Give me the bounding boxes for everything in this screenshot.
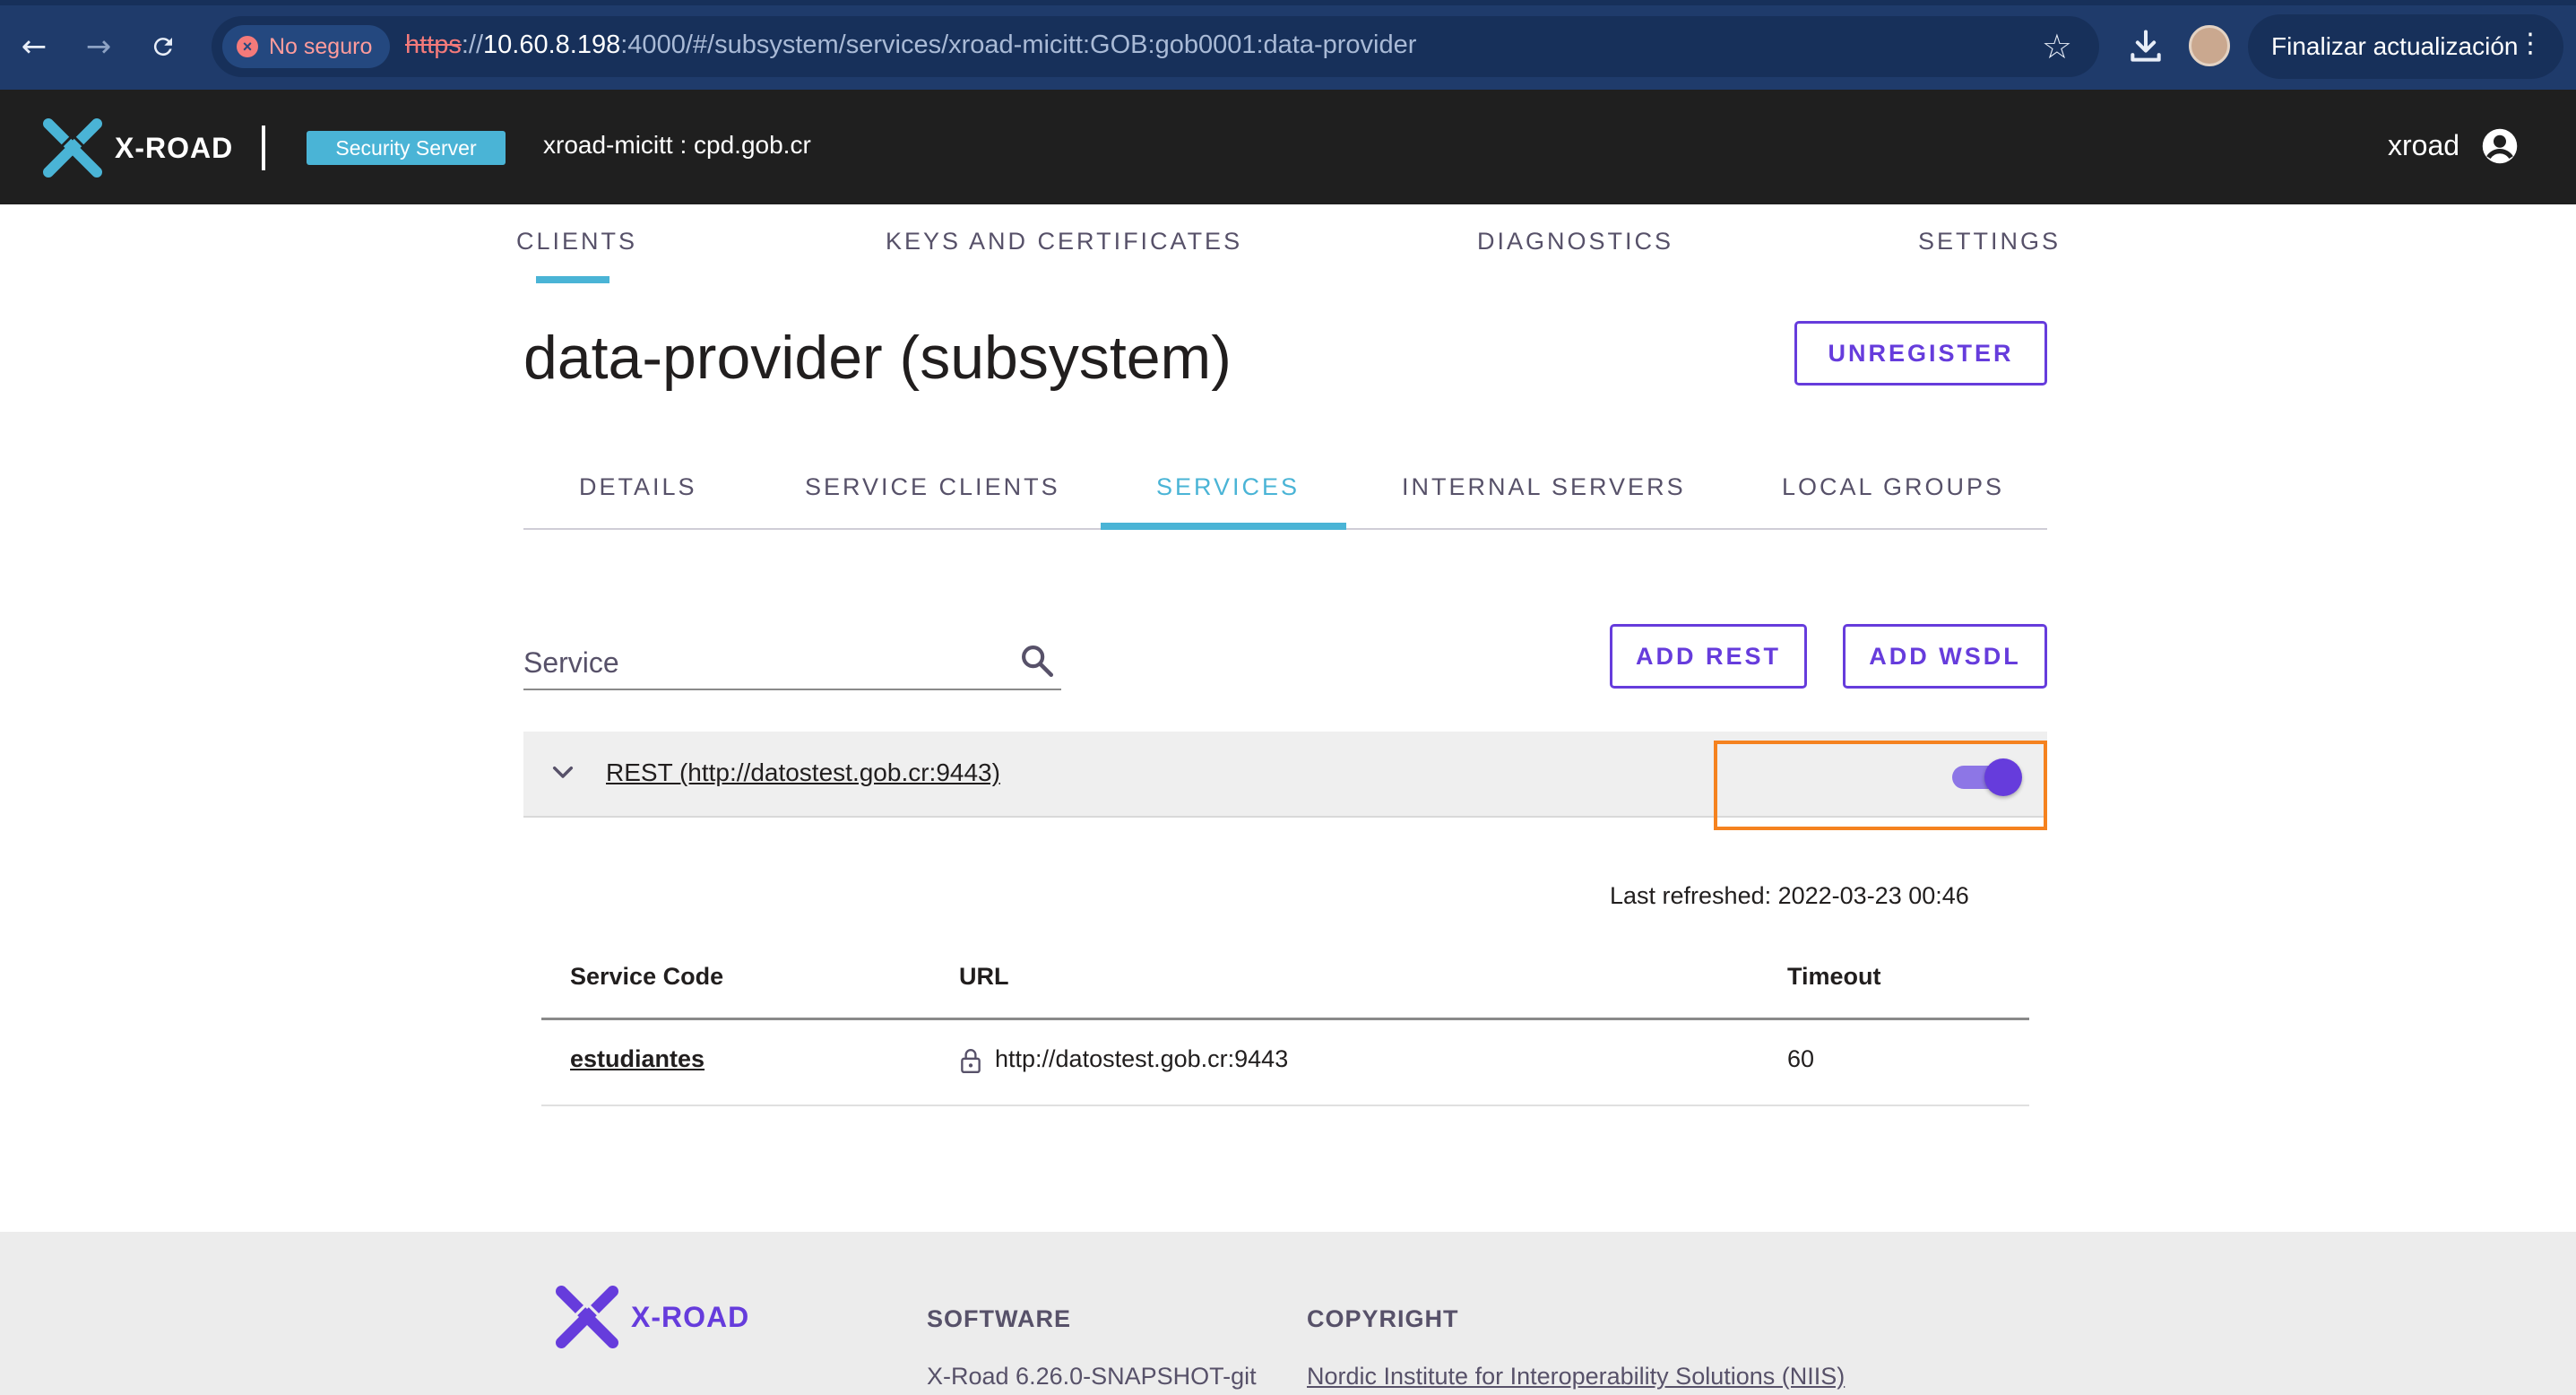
add-rest-button[interactable]: ADD REST <box>1610 624 1807 689</box>
rest-service-link[interactable]: REST (http://datostest.gob.cr:9443) <box>606 758 1000 787</box>
star-icon[interactable]: ☆ <box>2042 27 2072 66</box>
tab-service-clients[interactable]: SERVICE CLIENTS <box>805 473 1060 501</box>
kebab-menu-icon[interactable]: ⋮ <box>2517 30 2544 57</box>
service-search-input[interactable] <box>523 637 990 689</box>
update-button[interactable]: Finalizar actualización ⋮ <box>2248 14 2563 79</box>
table-row: estudiantes http://datostest.gob.cr:9443… <box>541 1020 2029 1106</box>
reload-icon[interactable] <box>143 27 183 66</box>
column-service-code: Service Code <box>570 963 724 990</box>
last-refreshed-text: Last refreshed: 2022-03-23 00:46 <box>1610 882 1969 909</box>
footer-logo-text: X-ROAD <box>631 1300 750 1333</box>
service-code-link[interactable]: estudiantes <box>570 1045 705 1073</box>
xroad-logo-icon <box>43 118 102 178</box>
service-url: http://datostest.gob.cr:9443 <box>995 1045 1289 1072</box>
url-protocol: https <box>405 30 462 59</box>
server-name: xroad-micitt : cpd.gob.cr <box>543 131 811 159</box>
footer-logo: X-ROAD <box>556 1286 749 1348</box>
logo-text: X-ROAD <box>115 131 234 164</box>
xroad-footer-logo-icon <box>556 1286 618 1348</box>
security-indicator[interactable]: × No seguro <box>222 25 391 68</box>
account-circle-icon[interactable] <box>2481 127 2519 165</box>
profile-avatar[interactable] <box>2189 25 2230 66</box>
security-server-badge: Security Server <box>307 131 506 165</box>
footer-software-heading: SOFTWARE <box>927 1305 1071 1332</box>
not-secure-icon: × <box>237 36 258 57</box>
lock-icon <box>961 1049 981 1074</box>
tab-details[interactable]: DETAILS <box>579 473 697 501</box>
url-host: 10.60.8.198 <box>483 30 621 59</box>
app-header: X-ROAD Security Server xroad-micitt : cp… <box>0 90 2576 204</box>
service-timeout: 60 <box>1787 1045 1815 1072</box>
unregister-button[interactable]: UNREGISTER <box>1794 321 2047 386</box>
xroad-logo[interactable]: X-ROAD <box>43 118 233 178</box>
service-search <box>523 637 1061 690</box>
main-tab-keys-and-certificates[interactable]: KEYS AND CERTIFICATES <box>886 228 1242 256</box>
page-title: data-provider (subsystem) <box>523 324 1232 392</box>
footer-copyright-heading: COPYRIGHT <box>1307 1305 1459 1332</box>
chevron-down-icon[interactable] <box>549 758 577 787</box>
main-tab-diagnostics[interactable]: DIAGNOSTICS <box>1477 228 1673 256</box>
forward-arrow-icon[interactable]: → <box>79 27 118 66</box>
subtab-active-indicator <box>1101 523 1346 530</box>
url-text[interactable]: https://10.60.8.198:4000/#/subsystem/ser… <box>405 30 1416 60</box>
add-wsdl-button[interactable]: ADD WSDL <box>1843 624 2047 689</box>
update-button-label: Finalizar actualización <box>2271 32 2519 60</box>
table-header: Service Code URL Timeout <box>541 949 2029 1020</box>
column-url: URL <box>959 963 1009 990</box>
toggle-knob <box>1984 758 2022 796</box>
search-icon[interactable] <box>1018 642 1056 680</box>
column-timeout: Timeout <box>1787 963 1881 990</box>
tab-local-groups[interactable]: LOCAL GROUPS <box>1782 473 2004 501</box>
username[interactable]: xroad <box>2388 129 2459 162</box>
download-icon[interactable] <box>2126 27 2165 66</box>
main-tab-active-indicator <box>536 276 609 283</box>
tab-services[interactable]: SERVICES <box>1156 473 1300 501</box>
main-tab-clients[interactable]: CLIENTS <box>516 228 637 256</box>
tab-internal-servers[interactable]: INTERNAL SERVERS <box>1402 473 1686 501</box>
address-bar[interactable]: × No seguro https://10.60.8.198:4000/#/s… <box>212 16 2099 77</box>
browser-toolbar: ← → × No seguro https://10.60.8.198:4000… <box>0 0 2576 90</box>
services-table: Service Code URL Timeout estudiantes htt… <box>541 949 2029 1106</box>
back-arrow-icon[interactable]: ← <box>14 27 54 66</box>
header-divider <box>262 126 265 170</box>
footer-copyright-link[interactable]: Nordic Institute for Interoperability So… <box>1307 1363 1845 1391</box>
service-enable-toggle[interactable] <box>1952 758 2022 796</box>
footer: X-ROAD SOFTWARE X-Road 6.26.0-SNAPSHOT-g… <box>0 1232 2576 1395</box>
url-path: :4000/#/subsystem/services/xroad-micitt:… <box>620 30 1417 59</box>
footer-software-version: X-Road 6.26.0-SNAPSHOT-git <box>927 1363 1257 1390</box>
browser-top-edge <box>0 0 2576 5</box>
security-label: No seguro <box>269 33 373 59</box>
main-tab-settings[interactable]: SETTINGS <box>1918 228 2061 256</box>
